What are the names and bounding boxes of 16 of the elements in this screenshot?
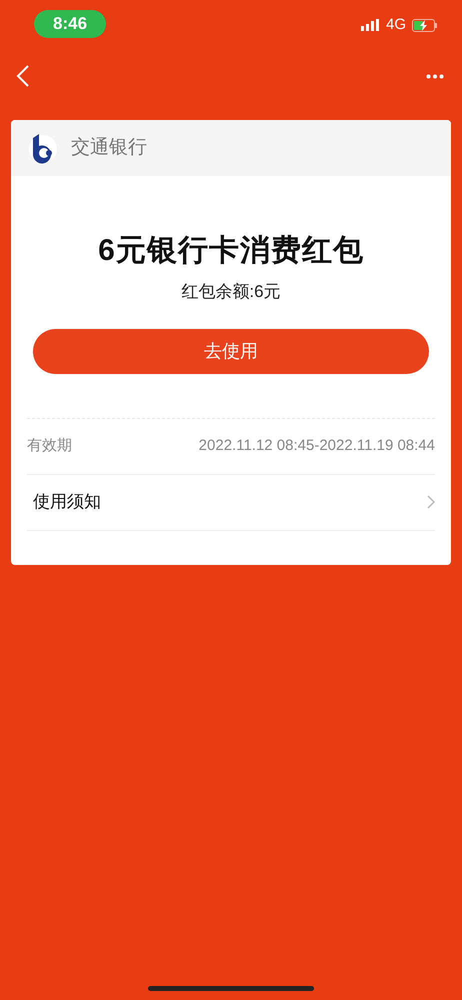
- signal-icon: [360, 19, 380, 32]
- notice-label: 使用须知: [33, 491, 101, 514]
- bank-logo-icon: [27, 132, 59, 164]
- network-label: 4G: [386, 15, 406, 35]
- back-icon[interactable]: [16, 64, 30, 88]
- chevron-icon: [427, 495, 435, 509]
- bank-name: 交通银行: [71, 136, 147, 160]
- status-time: 8:46: [34, 10, 106, 38]
- detail-value: 2022.11.12 08:45-2022.11.19 08:44: [198, 436, 435, 456]
- detail-label: 有效期: [27, 436, 72, 456]
- use-button[interactable]: 去使用: [33, 328, 429, 374]
- coupon-title: 6元银行卡消费红包: [97, 233, 365, 269]
- battery-icon: [412, 18, 438, 32]
- notice-row[interactable]: 使用须知: [27, 474, 435, 530]
- more-icon[interactable]: [426, 74, 444, 78]
- coupon-balance: 红包余额:6元: [180, 281, 282, 303]
